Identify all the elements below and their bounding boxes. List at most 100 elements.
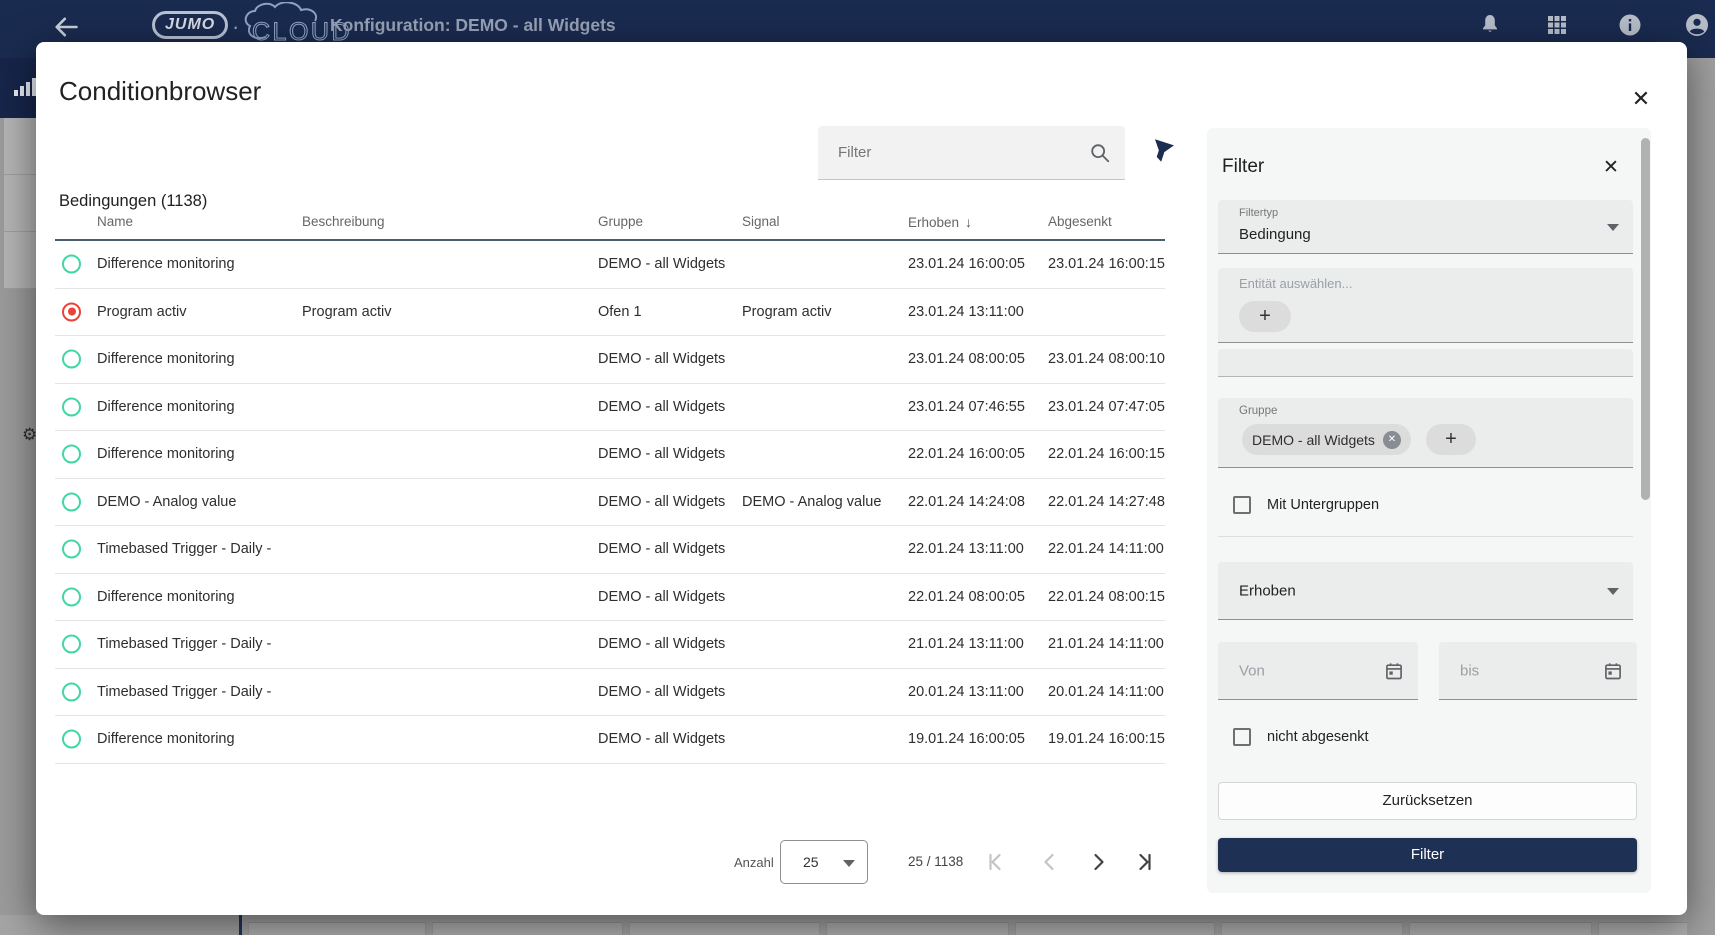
background-grid-cell: [1409, 922, 1592, 935]
nicht-abgesenkt-checkbox[interactable]: [1233, 728, 1251, 746]
previous-page-button[interactable]: [1038, 850, 1062, 874]
calendar-icon[interactable]: [1603, 661, 1623, 681]
panel-divider: [1218, 536, 1633, 537]
row-radio[interactable]: [62, 445, 81, 464]
pagesize-value: 25: [803, 854, 819, 870]
cell-name: Difference monitoring: [97, 589, 235, 605]
last-page-button[interactable]: [1132, 850, 1156, 874]
gruppe-chip-label: DEMO - all Widgets: [1252, 432, 1375, 448]
cell-erhoben: 22.01.24 14:24:08: [908, 494, 1025, 510]
notifications-bell-icon[interactable]: [1478, 13, 1502, 37]
chip-remove-icon[interactable]: ✕: [1383, 431, 1401, 449]
table-row[interactable]: DEMO - Analog value DEMO - all Widgets D…: [55, 479, 1165, 527]
gruppe-label: Gruppe: [1239, 405, 1277, 417]
table-row[interactable]: Timebased Trigger - Daily - DEMO - all W…: [55, 621, 1165, 669]
account-icon[interactable]: [1685, 13, 1709, 37]
cell-abgesenkt: 22.01.24 14:11:00: [1048, 541, 1164, 557]
cell-name: Timebased Trigger - Daily -: [97, 636, 271, 652]
background-sidebar: S ⚙: [0, 58, 36, 935]
background-grid-cell: [1015, 922, 1215, 935]
chevron-down-icon: [843, 860, 855, 867]
add-gruppe-button[interactable]: +: [1426, 424, 1476, 455]
sidebar-item[interactable]: [4, 175, 36, 232]
row-radio[interactable]: [62, 682, 81, 701]
cell-group: DEMO - all Widgets: [598, 494, 725, 510]
table-row[interactable]: Difference monitoring DEMO - all Widgets…: [55, 716, 1165, 764]
search-input[interactable]: [838, 126, 1068, 179]
col-header-name[interactable]: Name: [97, 214, 133, 229]
row-radio[interactable]: [62, 587, 81, 606]
row-radio[interactable]: [62, 730, 81, 749]
cell-signal: Program activ: [742, 304, 831, 320]
col-header-group[interactable]: Gruppe: [598, 214, 643, 229]
col-header-erhoben[interactable]: Erhoben↓: [908, 214, 972, 230]
pagesize-label: Anzahl: [734, 855, 774, 870]
panel-scrollbar[interactable]: [1641, 138, 1650, 500]
row-radio[interactable]: [62, 302, 81, 321]
calendar-icon[interactable]: [1384, 661, 1404, 681]
dialog-close-icon[interactable]: ✕: [1628, 86, 1654, 112]
row-radio[interactable]: [62, 635, 81, 654]
filter-funnel-icon[interactable]: [1146, 138, 1176, 168]
cell-name: Difference monitoring: [97, 731, 235, 747]
background-grid-cell: [826, 922, 1009, 935]
next-page-button[interactable]: [1086, 850, 1110, 874]
row-radio[interactable]: [62, 397, 81, 416]
col-header-description[interactable]: Beschreibung: [302, 214, 385, 229]
cell-erhoben: 23.01.24 08:00:05: [908, 351, 1025, 367]
row-radio[interactable]: [62, 255, 81, 274]
table-row[interactable]: Program activ Program activ Ofen 1 Progr…: [55, 289, 1165, 337]
mit-untergruppen-label: Mit Untergruppen: [1267, 497, 1379, 513]
erhoben-select-value: Erhoben: [1239, 582, 1296, 599]
table-row[interactable]: Difference monitoring DEMO - all Widgets…: [55, 431, 1165, 479]
table-row[interactable]: Difference monitoring DEMO - all Widgets…: [55, 384, 1165, 432]
row-radio[interactable]: [62, 540, 81, 559]
row-radio[interactable]: [62, 350, 81, 369]
reset-button[interactable]: Zurücksetzen: [1218, 782, 1637, 820]
table-row[interactable]: Timebased Trigger - Daily - DEMO - all W…: [55, 669, 1165, 717]
cell-abgesenkt: 22.01.24 08:00:15: [1048, 589, 1165, 605]
gruppe-chip[interactable]: DEMO - all Widgets ✕: [1242, 424, 1411, 455]
cell-group: DEMO - all Widgets: [598, 636, 725, 652]
apps-grid-icon[interactable]: [1545, 13, 1569, 37]
gear-icon: ⚙: [22, 425, 37, 445]
plus-icon: +: [1436, 428, 1466, 451]
filtertyp-select[interactable]: Filtertyp Bedingung: [1218, 200, 1633, 254]
filter-panel-title: Filter: [1222, 156, 1264, 178]
background-grid-cell: [432, 922, 623, 935]
table-row[interactable]: Difference monitoring DEMO - all Widgets…: [55, 574, 1165, 622]
cell-group: DEMO - all Widgets: [598, 541, 725, 557]
erhoben-select[interactable]: Erhoben: [1218, 562, 1633, 620]
first-page-button[interactable]: [984, 850, 1008, 874]
table-row[interactable]: Difference monitoring DEMO - all Widgets…: [55, 336, 1165, 384]
table-row[interactable]: Timebased Trigger - Daily - DEMO - all W…: [55, 526, 1165, 574]
filter-panel: Filter ✕ Filtertyp Bedingung Entität aus…: [1207, 128, 1651, 893]
col-header-signal[interactable]: Signal: [742, 214, 780, 229]
background-divider: [239, 915, 242, 935]
back-arrow-icon[interactable]: [52, 13, 80, 41]
entity-field: Entität auswählen... +: [1218, 268, 1633, 343]
sidebar-item-settings[interactable]: ⚙: [4, 232, 36, 289]
empty-filter-field[interactable]: [1218, 349, 1633, 377]
background-grid-cell: [248, 922, 426, 935]
col-header-abgesenkt[interactable]: Abgesenkt: [1048, 214, 1112, 229]
date-from-field[interactable]: Von: [1218, 642, 1418, 700]
conditions-table: Name Beschreibung Gruppe Signal Erhoben↓…: [55, 205, 1165, 764]
background-right: [1687, 58, 1715, 935]
cell-abgesenkt: 23.01.24 08:00:10: [1048, 351, 1165, 367]
date-to-field[interactable]: bis: [1439, 642, 1637, 700]
info-icon[interactable]: [1618, 13, 1642, 37]
apply-filter-button[interactable]: Filter: [1218, 838, 1637, 872]
pagesize-select[interactable]: 25: [780, 840, 868, 884]
add-entity-button[interactable]: +: [1239, 301, 1291, 332]
sidebar-item-dashboard[interactable]: [0, 58, 36, 118]
cell-group: DEMO - all Widgets: [598, 684, 725, 700]
cell-erhoben: 23.01.24 07:46:55: [908, 399, 1025, 415]
sidebar-item[interactable]: S: [4, 118, 36, 175]
mit-untergruppen-checkbox[interactable]: [1233, 496, 1251, 514]
search-icon[interactable]: [1089, 142, 1111, 164]
filter-panel-close-icon[interactable]: ✕: [1599, 156, 1623, 180]
plus-icon: +: [1250, 305, 1280, 328]
row-radio[interactable]: [62, 492, 81, 511]
table-row[interactable]: Difference monitoring DEMO - all Widgets…: [55, 241, 1165, 289]
